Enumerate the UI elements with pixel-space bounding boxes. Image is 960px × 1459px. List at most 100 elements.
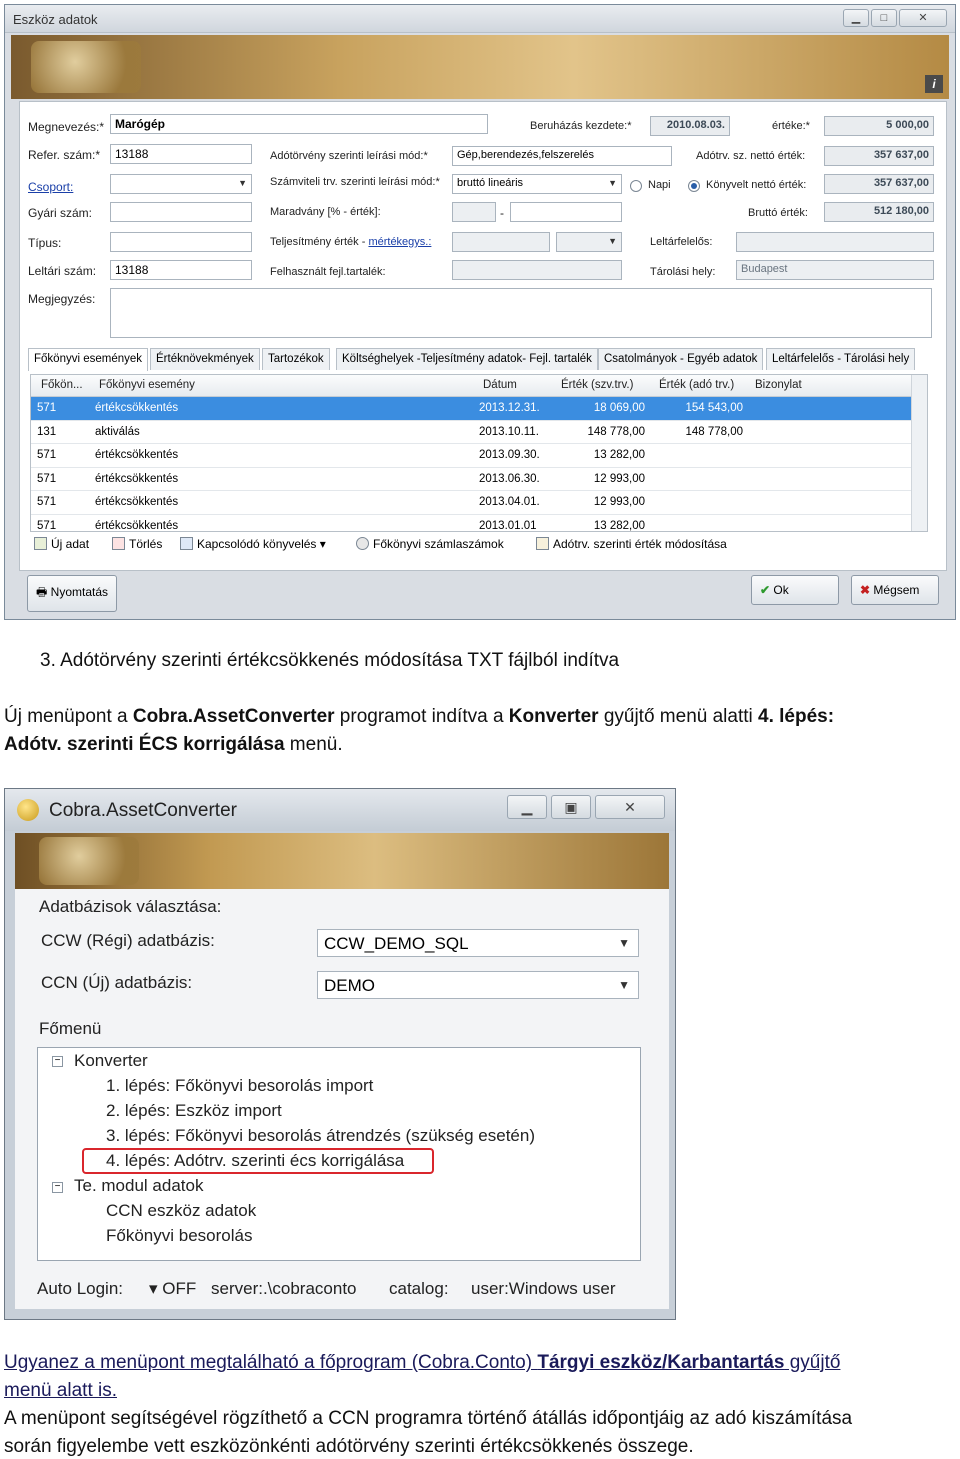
table-cell: 12 993,00 bbox=[593, 496, 645, 508]
new-data-button[interactable]: Új adat bbox=[34, 537, 89, 551]
table-row[interactable]: 571 értékcsökkentés 2013.06.30. 12 993,00 bbox=[31, 468, 911, 491]
maradvany-percent-field[interactable] bbox=[452, 202, 496, 222]
konyvelt-radio[interactable] bbox=[688, 180, 700, 192]
tree-modul[interactable]: Te. modul adatok bbox=[74, 1176, 203, 1196]
megjegyzes-label: Megjegyzés: bbox=[28, 292, 96, 306]
mertekegys-dropdown[interactable]: ▼ bbox=[556, 232, 622, 252]
col-ertek-ado[interactable]: Érték (adó trv.) bbox=[659, 379, 734, 391]
table-row[interactable]: 571 értékcsökkentés 2013.04.01. 12 993,00 bbox=[31, 491, 911, 515]
edit-icon bbox=[536, 537, 549, 550]
app-icon bbox=[17, 799, 39, 821]
tax-value-modify-button[interactable]: Adótrv. szerinti érték módosítása bbox=[536, 537, 727, 551]
ok-button[interactable]: ✔ Ok bbox=[751, 575, 839, 605]
col-datum[interactable]: Dátum bbox=[483, 379, 517, 391]
p1-bold-step: 4. lépés: bbox=[758, 706, 835, 727]
leltari-field[interactable]: 13188 bbox=[110, 260, 252, 280]
table-cell: 2013.06.30. bbox=[479, 472, 540, 485]
asset-converter-window: Cobra.AssetConverter ▁ ▣ ✕ Adatbázisok v… bbox=[4, 788, 676, 1320]
table-row[interactable]: 131 aktiválás 2013.10.11. 148 778,00 148 778… bbox=[31, 421, 911, 444]
print-button[interactable]: 🖶 Nyomtatás bbox=[27, 575, 118, 612]
csoport-dropdown[interactable]: ▼ bbox=[110, 174, 252, 194]
tarolasi-field[interactable]: Budapest bbox=[736, 260, 934, 280]
ccw-database-dropdown[interactable]: CCW_DEMO_SQL ▼ bbox=[317, 929, 639, 957]
tree-ccn-eszkoz[interactable]: CCN eszköz adatok bbox=[106, 1201, 256, 1221]
table-row[interactable]: 571 értékcsökkentés 2013.01.01 13 282,00 bbox=[31, 515, 911, 532]
section-heading: 3. Adótörvény szerinti értékcsökkenés mó… bbox=[40, 650, 620, 671]
table-row[interactable]: 571 értékcsökkentés 2013.12.31. 18 069,00 15… bbox=[31, 397, 911, 421]
maximize-button[interactable]: □ bbox=[871, 9, 897, 27]
mertekegys-link[interactable]: mértékegys.: bbox=[368, 236, 431, 248]
teljesitmeny-field[interactable] bbox=[452, 232, 550, 252]
maximize-button[interactable]: ▣ bbox=[551, 795, 591, 819]
p2-bold-menu: Tárgyi eszköz/Karbantartás bbox=[537, 1352, 785, 1373]
table-cell: 148 778,00 bbox=[587, 425, 645, 438]
gear-icon bbox=[356, 537, 369, 550]
chevron-down-icon: ▼ bbox=[608, 178, 617, 188]
table-cell: értékcsökkentés bbox=[95, 496, 179, 508]
user-status: user:Windows user bbox=[471, 1279, 616, 1298]
napi-radio[interactable] bbox=[630, 180, 642, 192]
col-ertek-szv[interactable]: Érték (szv.trv.) bbox=[561, 379, 633, 391]
table-cell: 571 bbox=[37, 519, 57, 532]
tree-step-2[interactable]: 2. lépés: Eszköz import bbox=[106, 1101, 282, 1121]
close-button[interactable]: ✕ bbox=[595, 795, 665, 819]
table-row[interactable]: 571 értékcsökkentés 2013.09.30. 13 282,00 bbox=[31, 444, 911, 468]
tab-erteknovekmenyek[interactable]: Értéknövekmények bbox=[150, 348, 260, 370]
vertical-scrollbar[interactable] bbox=[911, 375, 927, 531]
tab-koltseghelyek[interactable]: Költséghelyek -Teljesítmény adatok- Fejl… bbox=[336, 348, 598, 370]
autologin-dropdown[interactable]: ▾ OFF bbox=[149, 1279, 196, 1299]
minimize-button[interactable]: ▁ bbox=[843, 9, 869, 27]
paragraph-2-line-1: Ugyanez a menüpont megtalálható a főprog… bbox=[4, 1352, 840, 1374]
refer-field[interactable]: 13188 bbox=[110, 144, 252, 164]
erteke-field[interactable]: 5 000,00 bbox=[824, 116, 934, 136]
paragraph-1-line-2: Adótv. szerinti ÉCS korrigálása menü. bbox=[4, 734, 343, 756]
close-button[interactable]: ✕ bbox=[899, 9, 947, 27]
delete-button[interactable]: Törlés bbox=[112, 537, 162, 551]
new-document-icon bbox=[34, 537, 47, 550]
linked-posting-button[interactable]: Kapcsolódó könyvelés ▾ bbox=[180, 537, 326, 551]
felhasznalt-field[interactable] bbox=[452, 260, 622, 280]
gyari-field[interactable] bbox=[110, 202, 252, 222]
tab-tartozekok[interactable]: Tartozékok bbox=[262, 348, 330, 370]
tree-step-4[interactable]: 4. lépés: Adótrv. szerinti écs korrigálá… bbox=[106, 1151, 404, 1171]
collapse-icon[interactable]: − bbox=[52, 1182, 63, 1193]
csoport-link[interactable]: Csoport: bbox=[28, 180, 73, 194]
tree-step-3[interactable]: 3. lépés: Főkönyvi besorolás átrendzés (… bbox=[106, 1126, 535, 1146]
tipus-field[interactable] bbox=[110, 232, 252, 252]
ccn-database-dropdown[interactable]: DEMO ▼ bbox=[317, 971, 639, 999]
tab-leltarfelelos[interactable]: Leltárfelelős - Tárolási hely bbox=[766, 348, 916, 370]
leltarfelelos-label: Leltárfelelős: bbox=[650, 236, 713, 248]
table-cell: 2013.10.11. bbox=[479, 425, 539, 438]
minimize-button[interactable]: ▁ bbox=[507, 795, 547, 819]
table-cell: 148 778,00 bbox=[685, 425, 743, 438]
info-icon[interactable]: i bbox=[925, 75, 943, 93]
col-fokon[interactable]: Főkön... bbox=[41, 379, 83, 391]
adotv-mod-field[interactable]: Gép,berendezés,felszerelés bbox=[452, 146, 672, 166]
beruhazas-field[interactable]: 2010.08.03. bbox=[650, 116, 730, 136]
linked-posting-label: Kapcsolódó könyvelés bbox=[197, 537, 317, 551]
ledger-accounts-button[interactable]: Főkönyvi számlaszámok bbox=[356, 537, 504, 551]
window-title: Cobra.AssetConverter bbox=[49, 800, 237, 821]
db-section-title: Adatbázisok választása: bbox=[39, 897, 222, 916]
maradvany-value-field[interactable] bbox=[510, 202, 622, 222]
tab-csatolmanyok[interactable]: Csatolmányok - Egyéb adatok bbox=[598, 348, 764, 370]
col-esemeny[interactable]: Főkönyvi esemény bbox=[99, 379, 195, 391]
leltarfelelos-field[interactable] bbox=[736, 232, 934, 252]
tab-fokonyvi-esemenyek[interactable]: Főkönyvi események bbox=[28, 348, 149, 371]
col-bizonylat[interactable]: Bizonylat bbox=[755, 379, 802, 391]
tree-konverter[interactable]: Konverter bbox=[74, 1051, 148, 1071]
megnevezes-field[interactable]: Marógép bbox=[110, 114, 488, 134]
tree-fokonyvi[interactable]: Főkönyvi besorolás bbox=[106, 1226, 252, 1246]
cancel-button[interactable]: ✖ Mégsem bbox=[851, 575, 939, 605]
table-cell: 2013.09.30. bbox=[479, 449, 540, 461]
refer-label: Refer. szám:* bbox=[28, 148, 101, 162]
app-banner bbox=[15, 833, 669, 889]
megjegyzes-field[interactable] bbox=[110, 288, 932, 338]
teljesitmeny-text: Teljesítmény érték - bbox=[270, 236, 366, 248]
table-cell: 2013.01.01 bbox=[479, 519, 537, 532]
chevron-down-icon: ▼ bbox=[238, 178, 247, 188]
szamv-mod-dropdown[interactable]: bruttó lineáris ▼ bbox=[452, 174, 622, 194]
tree-step-1[interactable]: 1. lépés: Főkönyvi besorolás import bbox=[106, 1076, 373, 1096]
p1-text-h: menü. bbox=[284, 734, 343, 755]
collapse-icon[interactable]: − bbox=[52, 1056, 63, 1067]
